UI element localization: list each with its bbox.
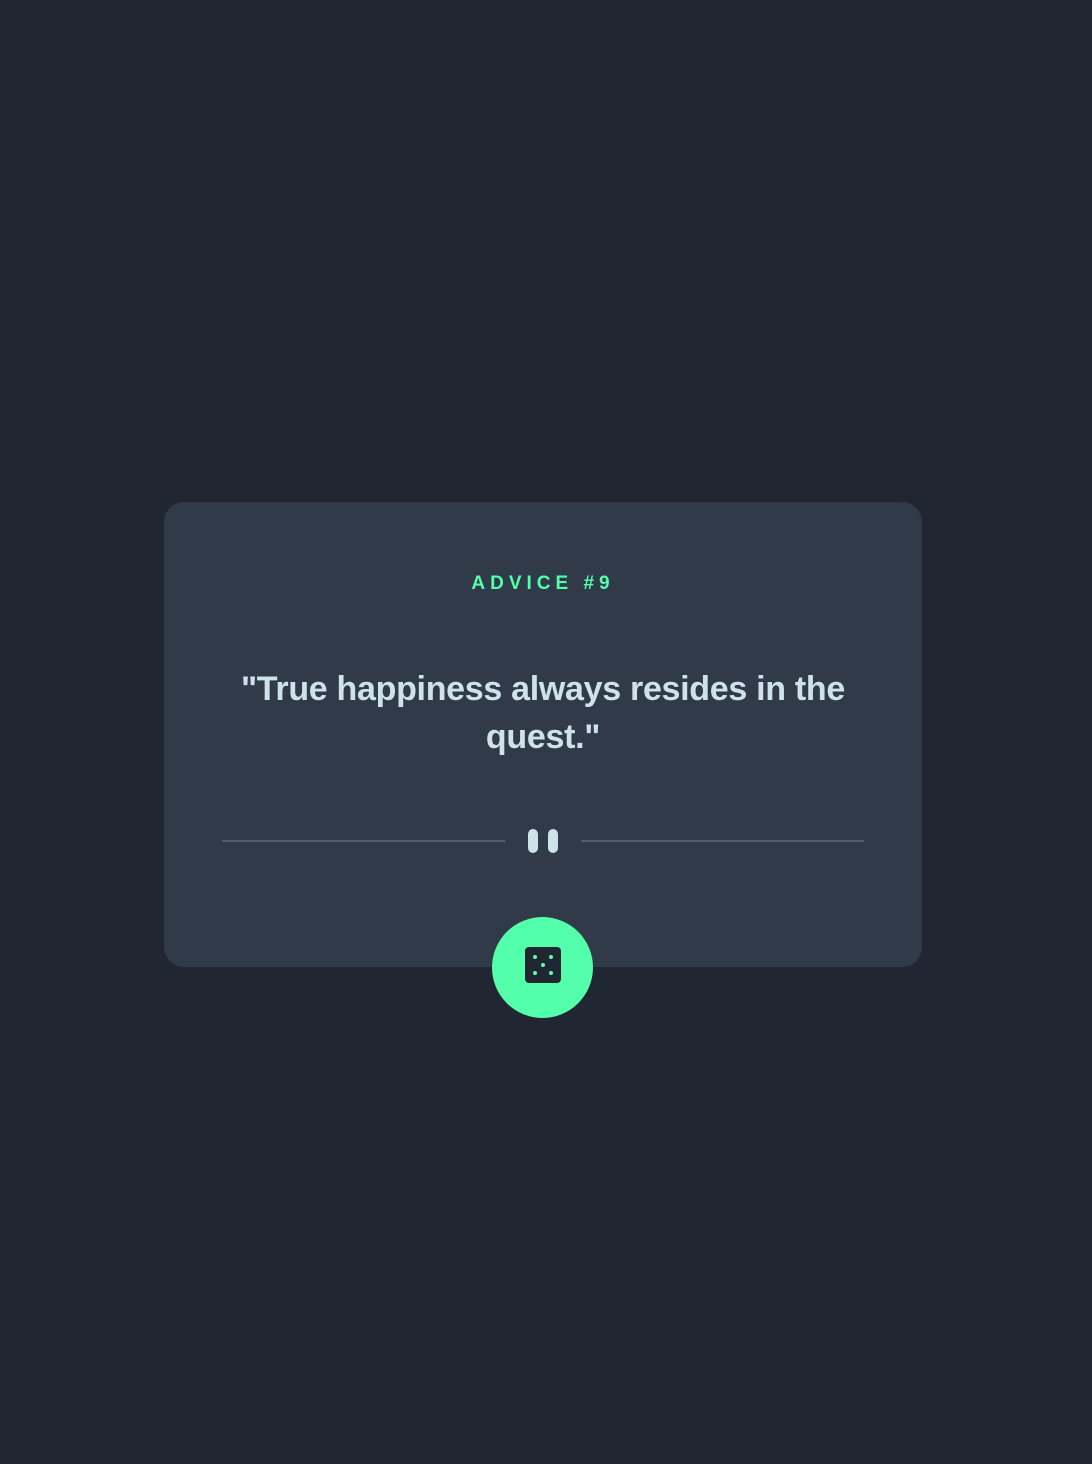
dice-icon (525, 947, 561, 983)
advice-quote: "True happiness always resides in the qu… (240, 670, 846, 756)
dice-button[interactable] (492, 917, 593, 1018)
divider (222, 826, 864, 854)
divider-line-left (222, 840, 505, 842)
page: ADVICE #9 "True happiness always resides… (0, 0, 1092, 1464)
divider-line-right (581, 840, 864, 842)
advice-card: ADVICE #9 "True happiness always resides… (164, 502, 922, 967)
advice-id: ADVICE #9 (471, 573, 615, 594)
pause-icon (528, 829, 558, 853)
